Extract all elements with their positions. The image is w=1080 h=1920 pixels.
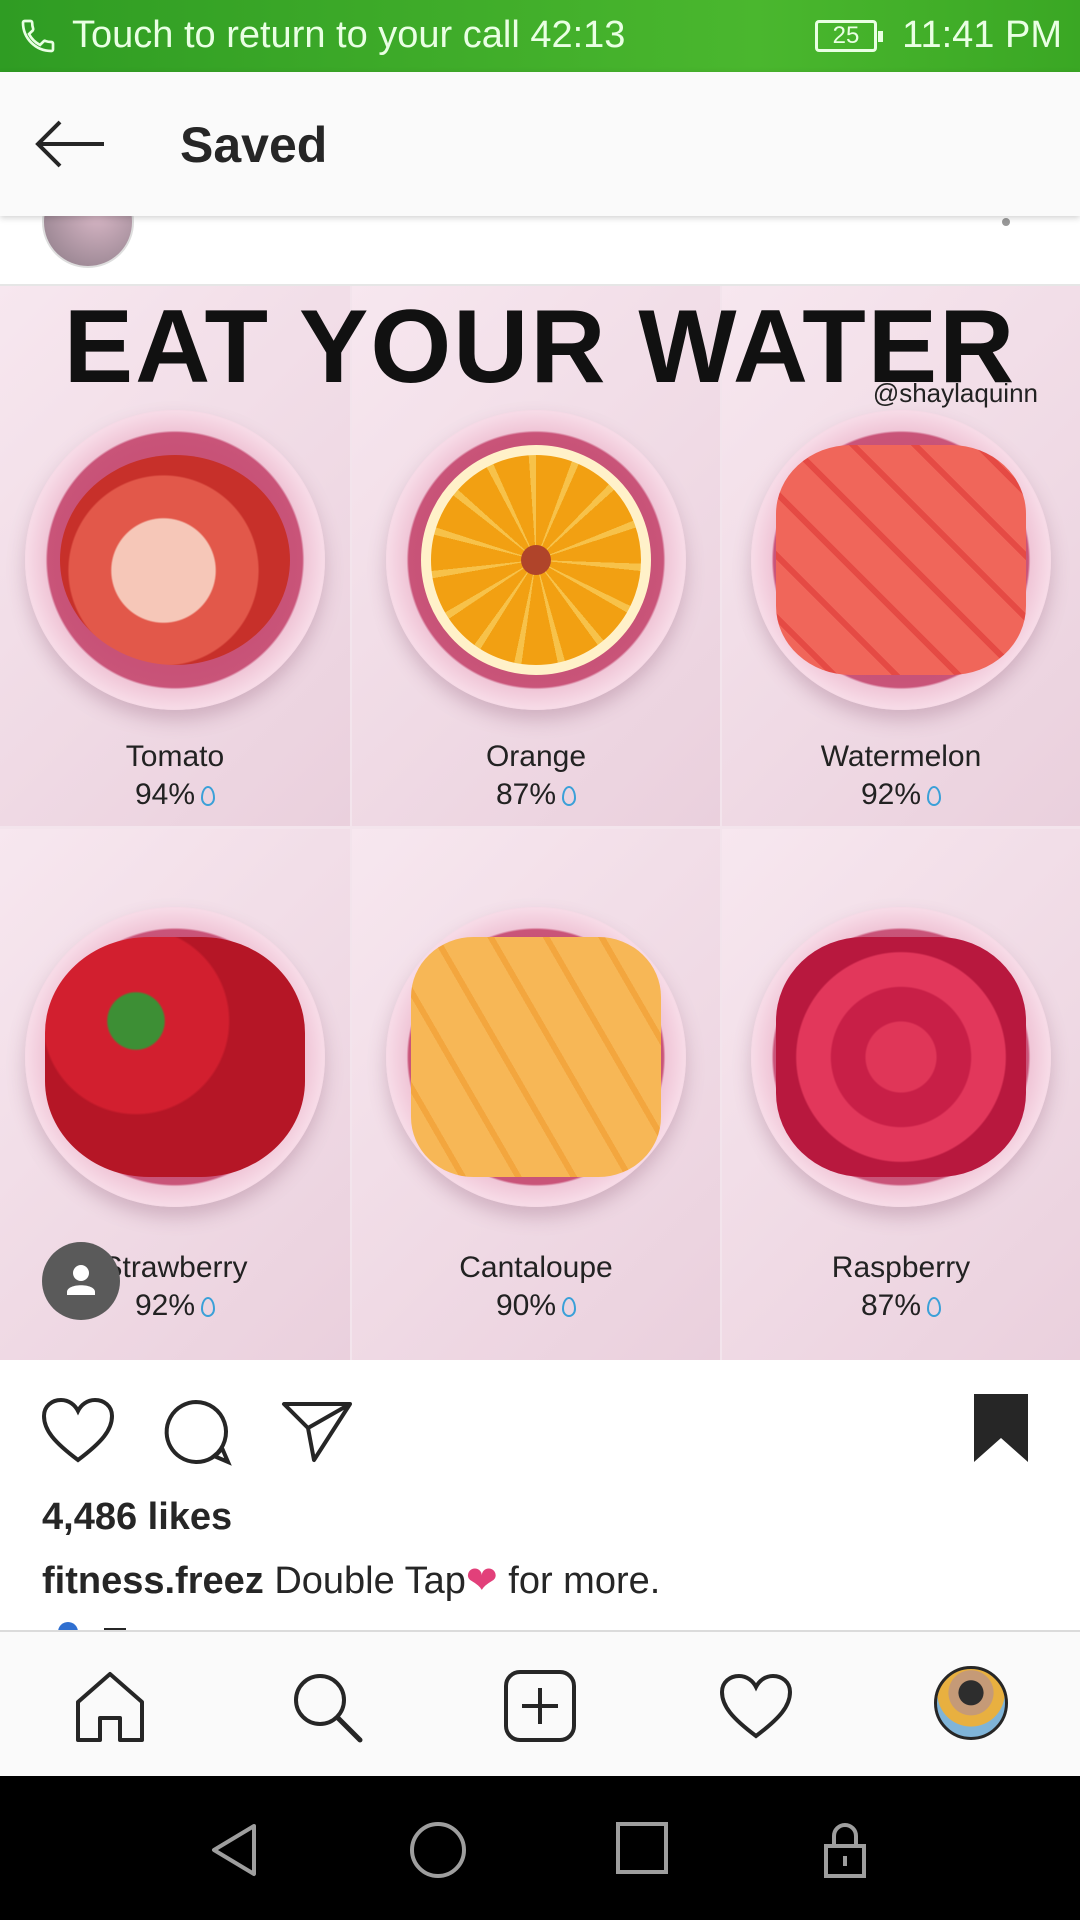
bowl bbox=[751, 410, 1051, 710]
call-return-text[interactable]: Touch to return to your call 42:13 bbox=[72, 14, 625, 57]
fruit-label: Watermelon 92% bbox=[722, 738, 1080, 814]
grid-cell-cantaloupe: Cantaloupe 90% bbox=[352, 829, 720, 1360]
post-caption: fitness.freez Double Tap❤ for more. bbox=[42, 1558, 660, 1603]
bowl bbox=[386, 907, 686, 1207]
strawberry-image bbox=[45, 937, 305, 1177]
system-navigation-bar bbox=[0, 1776, 1080, 1920]
orange-image bbox=[421, 445, 651, 675]
fruit-name: Cantaloupe bbox=[459, 1251, 613, 1284]
bowl bbox=[751, 907, 1051, 1207]
fruit-label: Orange 87% bbox=[352, 738, 720, 814]
fruit-name: Orange bbox=[485, 740, 587, 773]
home-circle-icon[interactable] bbox=[408, 1820, 468, 1880]
back-arrow-icon[interactable] bbox=[30, 114, 110, 174]
water-drop-icon bbox=[927, 786, 942, 806]
phone-icon bbox=[21, 19, 55, 53]
tomato-image bbox=[60, 455, 290, 665]
fruit-name: Tomato bbox=[125, 740, 225, 773]
profile-avatar[interactable] bbox=[934, 1666, 1008, 1740]
search-icon[interactable] bbox=[286, 1666, 366, 1746]
heart-emoji: ❤ bbox=[465, 1560, 498, 1602]
bottom-navigation bbox=[0, 1630, 1080, 1776]
person-icon bbox=[67, 1265, 95, 1295]
water-percent: 92% bbox=[860, 778, 922, 811]
bowl bbox=[25, 410, 325, 710]
water-drop-icon bbox=[562, 1297, 577, 1317]
top-app-bar: Saved bbox=[0, 72, 1080, 216]
post-actions bbox=[0, 1360, 1080, 1510]
grid-cell-raspberry: Raspberry 87% bbox=[722, 829, 1080, 1360]
recents-square-icon[interactable] bbox=[614, 1820, 670, 1876]
more-options-icon[interactable] bbox=[1000, 216, 1012, 228]
clock: 11:41 PM bbox=[902, 14, 1062, 56]
send-icon[interactable] bbox=[280, 1398, 354, 1464]
raspberry-image bbox=[776, 937, 1026, 1177]
water-drop-icon bbox=[201, 1297, 216, 1317]
status-bar[interactable]: Touch to return to your call 42:13 25 11… bbox=[0, 0, 1080, 72]
fruit-name: Watermelon bbox=[820, 740, 982, 773]
likes-count[interactable]: 4,486 likes bbox=[42, 1496, 232, 1539]
water-drop-icon bbox=[927, 1297, 942, 1317]
page-title: Saved bbox=[180, 117, 328, 173]
lock-icon[interactable] bbox=[822, 1820, 868, 1880]
bowl bbox=[25, 907, 325, 1207]
watermelon-image bbox=[776, 445, 1026, 675]
water-percent: 92% bbox=[134, 1289, 196, 1322]
image-credit: @shaylaquinn bbox=[872, 378, 1038, 408]
water-percent: 94% bbox=[134, 778, 196, 811]
comment-icon[interactable] bbox=[160, 1396, 232, 1468]
fruit-label: Cantaloupe 90% bbox=[352, 1249, 720, 1325]
post-header bbox=[0, 176, 1080, 284]
water-percent: 90% bbox=[495, 1289, 557, 1322]
water-percent: 87% bbox=[860, 1289, 922, 1322]
bookmark-filled-icon[interactable] bbox=[970, 1390, 1032, 1466]
caption-text: Double Tap bbox=[274, 1560, 466, 1602]
post-image[interactable]: Tomato 94% Orange 87% Watermelon 92% Str… bbox=[0, 286, 1080, 1360]
tagged-users-button[interactable] bbox=[42, 1242, 120, 1320]
cantaloupe-image bbox=[411, 937, 661, 1177]
back-triangle-icon[interactable] bbox=[206, 1820, 262, 1880]
water-drop-icon bbox=[201, 786, 216, 806]
caption-username[interactable]: fitness.freez bbox=[42, 1560, 264, 1602]
water-drop-icon bbox=[562, 786, 577, 806]
call-timer: 42:13 bbox=[530, 14, 626, 56]
bowl bbox=[386, 410, 686, 710]
battery-icon: 25 bbox=[815, 20, 883, 52]
new-post-icon[interactable] bbox=[500, 1666, 580, 1746]
heart-outline-icon[interactable] bbox=[40, 1396, 116, 1466]
water-percent: 87% bbox=[495, 778, 557, 811]
home-icon[interactable] bbox=[70, 1666, 150, 1746]
fruit-label: Raspberry 87% bbox=[722, 1249, 1080, 1325]
fruit-name: Raspberry bbox=[831, 1251, 971, 1284]
call-text: Touch to return to your call bbox=[72, 14, 520, 56]
caption-text-after: for more. bbox=[497, 1560, 661, 1602]
activity-heart-icon[interactable] bbox=[716, 1666, 796, 1746]
fruit-label: Tomato 94% bbox=[0, 738, 350, 814]
